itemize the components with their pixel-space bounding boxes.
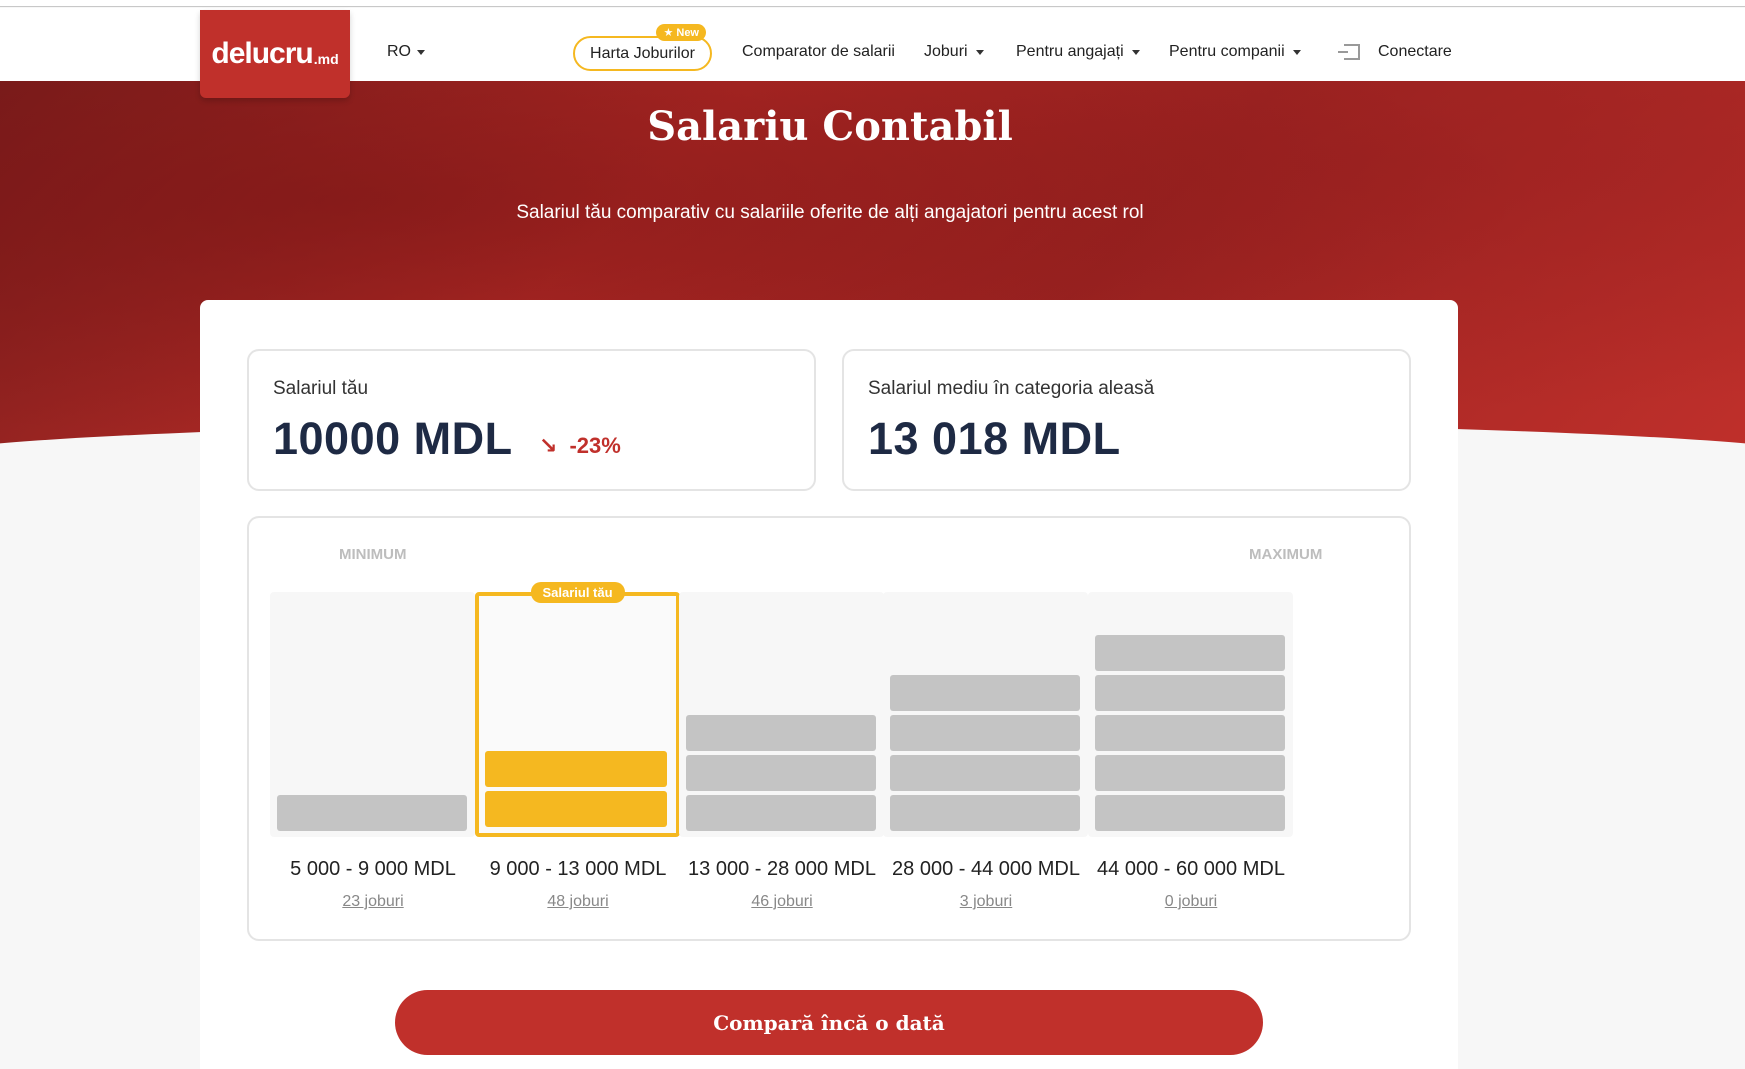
harta-joburilor-button[interactable]: Harta Joburilor ★ New bbox=[573, 24, 712, 71]
new-badge-label: New bbox=[676, 27, 699, 39]
nav-companii-label: Pentru companii bbox=[1169, 43, 1285, 60]
chevron-down-icon bbox=[417, 49, 425, 55]
salary-bar-block bbox=[485, 791, 667, 827]
page-title: Salariu Contabil bbox=[647, 103, 1013, 150]
your-salary-label: Salariul tău bbox=[273, 378, 369, 399]
browser-top-line bbox=[0, 0, 1745, 7]
salary-range-column: Salariul tău bbox=[475, 582, 680, 837]
salary-bar-block bbox=[686, 715, 876, 751]
login-icon bbox=[1338, 44, 1360, 60]
jobs-count-link[interactable]: 46 joburi bbox=[672, 893, 892, 911]
salary-card: Salariul tău 10000 MDL ↘ -23% Salariul m… bbox=[200, 300, 1458, 1069]
salary-bar-block bbox=[890, 795, 1080, 831]
salary-range-label: 9 000 - 13 000 MDL bbox=[489, 858, 667, 880]
salary-bar-block bbox=[1095, 635, 1285, 671]
new-badge: ★ New bbox=[656, 24, 706, 41]
salary-range-column bbox=[1088, 592, 1293, 837]
salary-diff: ↘ -23% bbox=[539, 433, 621, 459]
salary-bar-block bbox=[1095, 675, 1285, 711]
language-selector[interactable]: RO bbox=[387, 43, 425, 61]
salary-diff-value: -23% bbox=[569, 433, 621, 458]
your-salary-value: 10000 MDL bbox=[273, 413, 513, 464]
average-salary-box: Salariul mediu în categoria aleasă 13 01… bbox=[842, 349, 1411, 491]
nav-joburi-label: Joburi bbox=[924, 43, 968, 60]
salary-bar-block bbox=[686, 755, 876, 791]
jobs-count-link[interactable]: 0 joburi bbox=[1081, 893, 1301, 911]
salary-bar-block bbox=[1095, 755, 1285, 791]
salary-bar-block bbox=[1095, 715, 1285, 751]
jobs-count-link[interactable]: 23 joburi bbox=[263, 893, 483, 911]
salary-range-label: 5 000 - 9 000 MDL bbox=[290, 858, 456, 880]
jobs-count-link[interactable]: 3 joburi bbox=[876, 893, 1096, 911]
navbar: delucru .md RO Harta Joburilor ★ New Comp… bbox=[0, 8, 1745, 98]
trend-down-icon: ↘ bbox=[539, 433, 558, 458]
jobs-count-link[interactable]: 48 joburi bbox=[468, 893, 688, 911]
logo-suffix: .md bbox=[313, 51, 339, 67]
nav-angajati-label: Pentru angajați bbox=[1016, 43, 1124, 60]
chevron-down-icon bbox=[1131, 49, 1140, 55]
language-label: RO bbox=[387, 43, 411, 60]
salary-bar-block bbox=[890, 755, 1080, 791]
logo-text: delucru bbox=[211, 37, 313, 70]
nav-item-angajati[interactable]: Pentru angajați bbox=[1016, 43, 1140, 61]
harta-label: Harta Joburilor bbox=[590, 44, 695, 62]
salary-range-column bbox=[679, 592, 884, 837]
salary-distribution-chart: MINIMUM MAXIMUM 5 000 - 9 000 MDL 23 jobu… bbox=[247, 516, 1411, 941]
salary-range-column bbox=[270, 592, 475, 837]
salary-range-column bbox=[883, 592, 1088, 837]
your-salary-tag: Salariul tău bbox=[530, 582, 625, 603]
compare-again-button[interactable]: Compară încă o dată bbox=[395, 990, 1263, 1055]
salary-bar-block bbox=[1095, 795, 1285, 831]
login-label: Conectare bbox=[1378, 43, 1452, 60]
nav-item-comparator[interactable]: Comparator de salarii bbox=[742, 43, 895, 61]
salary-bar-block bbox=[277, 795, 467, 831]
salary-bar-block bbox=[686, 795, 876, 831]
nav-item-companii[interactable]: Pentru companii bbox=[1169, 43, 1301, 61]
login-link[interactable]: Conectare bbox=[1338, 43, 1452, 61]
your-salary-box: Salariul tău 10000 MDL ↘ -23% bbox=[247, 349, 816, 491]
average-salary-label: Salariul mediu în categoria aleasă bbox=[868, 378, 1155, 399]
salary-range-label: 44 000 - 60 000 MDL bbox=[1097, 858, 1285, 880]
salary-bar-block bbox=[890, 715, 1080, 751]
nav-item-joburi[interactable]: Joburi bbox=[924, 43, 984, 61]
salary-bar-block bbox=[485, 751, 667, 787]
salary-range-label: 28 000 - 44 000 MDL bbox=[892, 858, 1080, 880]
chevron-down-icon bbox=[1292, 49, 1301, 55]
salary-bar-block bbox=[890, 675, 1080, 711]
maximum-label: MAXIMUM bbox=[1249, 546, 1323, 563]
minimum-label: MINIMUM bbox=[339, 546, 407, 563]
average-salary-value: 13 018 MDL bbox=[868, 413, 1121, 464]
page-subtitle: Salariul tău comparativ cu salariile ofe… bbox=[516, 202, 1144, 223]
nav-comparator-label: Comparator de salarii bbox=[742, 43, 895, 60]
chevron-down-icon bbox=[975, 49, 984, 55]
logo[interactable]: delucru .md bbox=[200, 10, 350, 98]
salary-range-label: 13 000 - 28 000 MDL bbox=[688, 858, 876, 880]
